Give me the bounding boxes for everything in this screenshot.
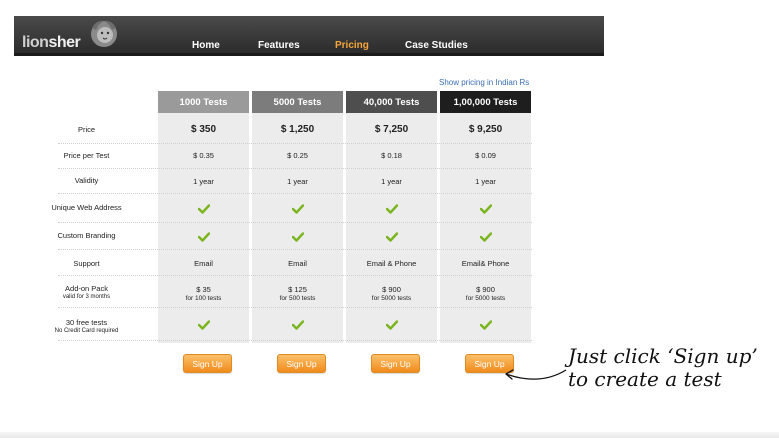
addon-sub: for 5000 tests: [465, 294, 506, 302]
free-tests-label: 30 free tests: [65, 318, 108, 327]
support-cell: Email: [194, 259, 213, 268]
row-label-addon: Add-on Pack valid for 3 months: [40, 284, 133, 301]
validity-cell: 1 year: [475, 177, 496, 186]
row-label-price-per-test: Price per Test: [63, 151, 110, 160]
plan-column-2: [252, 113, 343, 343]
checkmark-icon: [480, 204, 492, 214]
annotation-line-1: Just click ‘Sign up’: [568, 344, 758, 368]
row-divider: [58, 193, 532, 194]
addon-price: $ 900: [476, 285, 495, 294]
checkmark-icon: [198, 232, 210, 242]
checkmark-icon: [386, 320, 398, 330]
logo-text-part1: lion: [22, 34, 49, 51]
row-label-support: Support: [73, 259, 100, 268]
checkmark-icon: [480, 232, 492, 242]
checkmark-icon: [198, 204, 210, 214]
addon-price: $ 125: [288, 285, 307, 294]
row-divider: [58, 222, 532, 223]
logo-text-part2: sher: [48, 34, 81, 51]
price-cell: $ 7,250: [374, 124, 409, 135]
addon-sub-label: valid for 3 months: [62, 293, 111, 300]
addon-cell: $ 35 for 100 tests: [158, 285, 249, 302]
annotation-text: Just click ‘Sign up’ to create a test: [568, 345, 773, 391]
checkmark-icon: [292, 232, 304, 242]
plan-column-1: [158, 113, 249, 343]
signup-button-1000[interactable]: Sign Up: [183, 354, 232, 373]
addon-cell: $ 125 for 500 tests: [252, 285, 343, 302]
price-cell: $ 350: [190, 124, 217, 135]
plan-header-100000: 1,00,000 Tests: [440, 91, 531, 113]
checkmark-icon: [386, 204, 398, 214]
nav-home[interactable]: Home: [192, 40, 220, 51]
nav-pricing[interactable]: Pricing: [335, 40, 369, 51]
row-divider: [58, 168, 532, 169]
per-test-cell: $ 0.18: [381, 151, 402, 160]
indian-pricing-link[interactable]: Show pricing in Indian Rs: [439, 78, 529, 87]
plan-column-4: [440, 113, 531, 343]
support-cell: Email& Phone: [461, 259, 510, 268]
top-navbar: lionsher Home Features Pricing Case Stud…: [14, 16, 604, 56]
checkmark-icon: [198, 320, 210, 330]
checkmark-icon: [292, 320, 304, 330]
validity-cell: 1 year: [381, 177, 402, 186]
addon-cell: $ 900 for 5000 tests: [440, 285, 531, 302]
signup-button-40000[interactable]: Sign Up: [371, 354, 420, 373]
support-cell: Email: [288, 259, 307, 268]
validity-cell: 1 year: [193, 177, 214, 186]
plan-header-40000: 40,000 Tests: [346, 91, 437, 113]
checkmark-icon: [386, 232, 398, 242]
row-divider: [58, 307, 532, 308]
plan-header-1000: 1000 Tests: [158, 91, 249, 113]
addon-sub: for 100 tests: [185, 294, 222, 302]
addon-sub: for 5000 tests: [371, 294, 412, 302]
plan-column-3: [346, 113, 437, 343]
nav-features[interactable]: Features: [258, 40, 300, 51]
addon-cell: $ 900 for 5000 tests: [346, 285, 437, 302]
row-divider: [58, 275, 532, 276]
plan-header-5000: 5000 Tests: [252, 91, 343, 113]
addon-sub: for 500 tests: [279, 294, 316, 302]
addon-label: Add-on Pack: [65, 284, 108, 293]
per-test-cell: $ 0.25: [287, 151, 308, 160]
row-divider: [58, 143, 532, 144]
row-label-branding: Custom Branding: [57, 231, 116, 240]
row-label-free-tests: 30 free tests No Credit Card required: [40, 318, 133, 335]
free-tests-sub-label: No Credit Card required: [54, 327, 119, 334]
logo[interactable]: lionsher: [22, 20, 118, 52]
checkmark-icon: [292, 204, 304, 214]
validity-cell: 1 year: [287, 177, 308, 186]
per-test-cell: $ 0.09: [475, 151, 496, 160]
per-test-cell: $ 0.35: [193, 151, 214, 160]
nav-case-studies[interactable]: Case Studies: [405, 40, 468, 51]
signup-button-5000[interactable]: Sign Up: [277, 354, 326, 373]
checkmark-icon: [480, 320, 492, 330]
row-label-web-address: Unique Web Address: [51, 203, 122, 212]
price-cell: $ 9,250: [468, 124, 503, 135]
addon-price: $ 35: [196, 285, 211, 294]
row-label-validity: Validity: [74, 176, 99, 185]
row-divider: [58, 340, 532, 341]
lion-head-icon: [91, 20, 117, 47]
support-cell: Email & Phone: [366, 259, 417, 268]
annotation-line-2: to create a test: [568, 367, 722, 391]
annotation-arrow: [505, 369, 567, 380]
addon-price: $ 900: [382, 285, 401, 294]
row-label-price: Price: [77, 125, 96, 134]
price-cell: $ 1,250: [280, 124, 315, 135]
logo-text: lionsher: [22, 34, 81, 52]
page-bottom-edge: [0, 432, 779, 438]
row-divider: [58, 249, 532, 250]
